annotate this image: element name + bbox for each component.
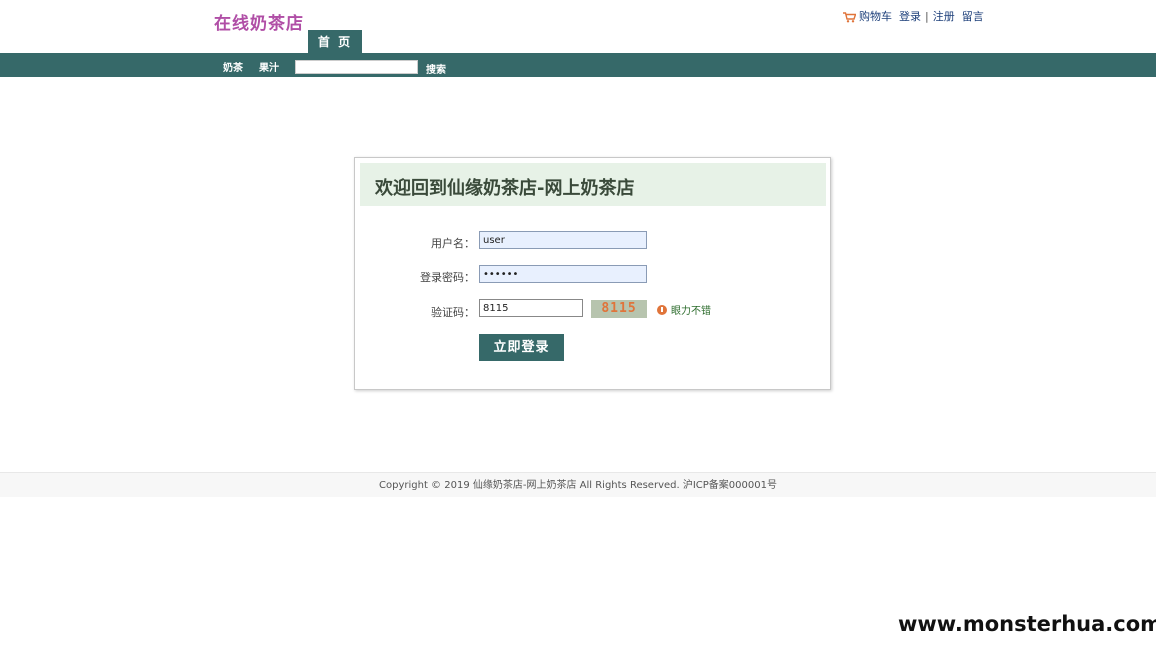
password-label: 登录密码： <box>420 271 475 284</box>
username-label: 用户名： <box>431 237 475 250</box>
nav-item-milk-tea[interactable]: 奶茶 <box>223 59 243 74</box>
login-title: 欢迎回到仙缘奶茶店-网上奶茶店 <box>375 178 635 199</box>
nav-item-juice[interactable]: 果汁 <box>259 59 279 74</box>
login-button[interactable]: 立即登录 <box>479 334 564 361</box>
captcha-label: 验证码： <box>431 306 475 319</box>
search-button[interactable]: 搜索 <box>426 61 446 76</box>
username-field[interactable] <box>479 231 647 249</box>
captcha-field[interactable] <box>479 299 583 317</box>
message-link[interactable]: 留言 <box>962 8 984 24</box>
cart-link[interactable]: 购物车 <box>859 8 892 24</box>
login-panel: 欢迎回到仙缘奶茶店-网上奶茶店 用户名： 登录密码： 验证码： 8115 眼力不… <box>354 157 831 390</box>
watermark: www.monsterhua.com <box>898 612 1156 636</box>
login-link[interactable]: 登录 <box>899 8 921 24</box>
search-input[interactable] <box>295 60 418 74</box>
refresh-captcha-label: 眼力不错 <box>671 306 711 317</box>
page: 在线奶茶店 购物车 登录 | 注册 留言 首 页 奶茶 果汁 搜索 欢迎回到仙缘… <box>0 0 1156 656</box>
password-field[interactable] <box>479 265 647 283</box>
top-links: 购物车 登录 | 注册 留言 <box>843 8 984 24</box>
register-link[interactable]: 注册 <box>933 8 955 24</box>
captcha-image[interactable]: 8115 <box>591 300 647 318</box>
nav-bar <box>0 53 1156 77</box>
login-title-bar: 欢迎回到仙缘奶茶店-网上奶茶店 <box>360 163 826 206</box>
footer: Copyright © 2019 仙缘奶茶店-网上奶茶店 All Rights … <box>0 472 1156 497</box>
link-separator: | <box>925 9 929 23</box>
alert-icon <box>657 304 667 315</box>
tab-home[interactable]: 首 页 <box>308 30 362 53</box>
footer-copyright: Copyright © 2019 仙缘奶茶店-网上奶茶店 All Rights … <box>379 480 777 491</box>
refresh-captcha-link[interactable]: 眼力不错 <box>657 302 711 317</box>
site-logo[interactable]: 在线奶茶店 <box>214 9 304 34</box>
cart-icon[interactable] <box>843 11 857 23</box>
